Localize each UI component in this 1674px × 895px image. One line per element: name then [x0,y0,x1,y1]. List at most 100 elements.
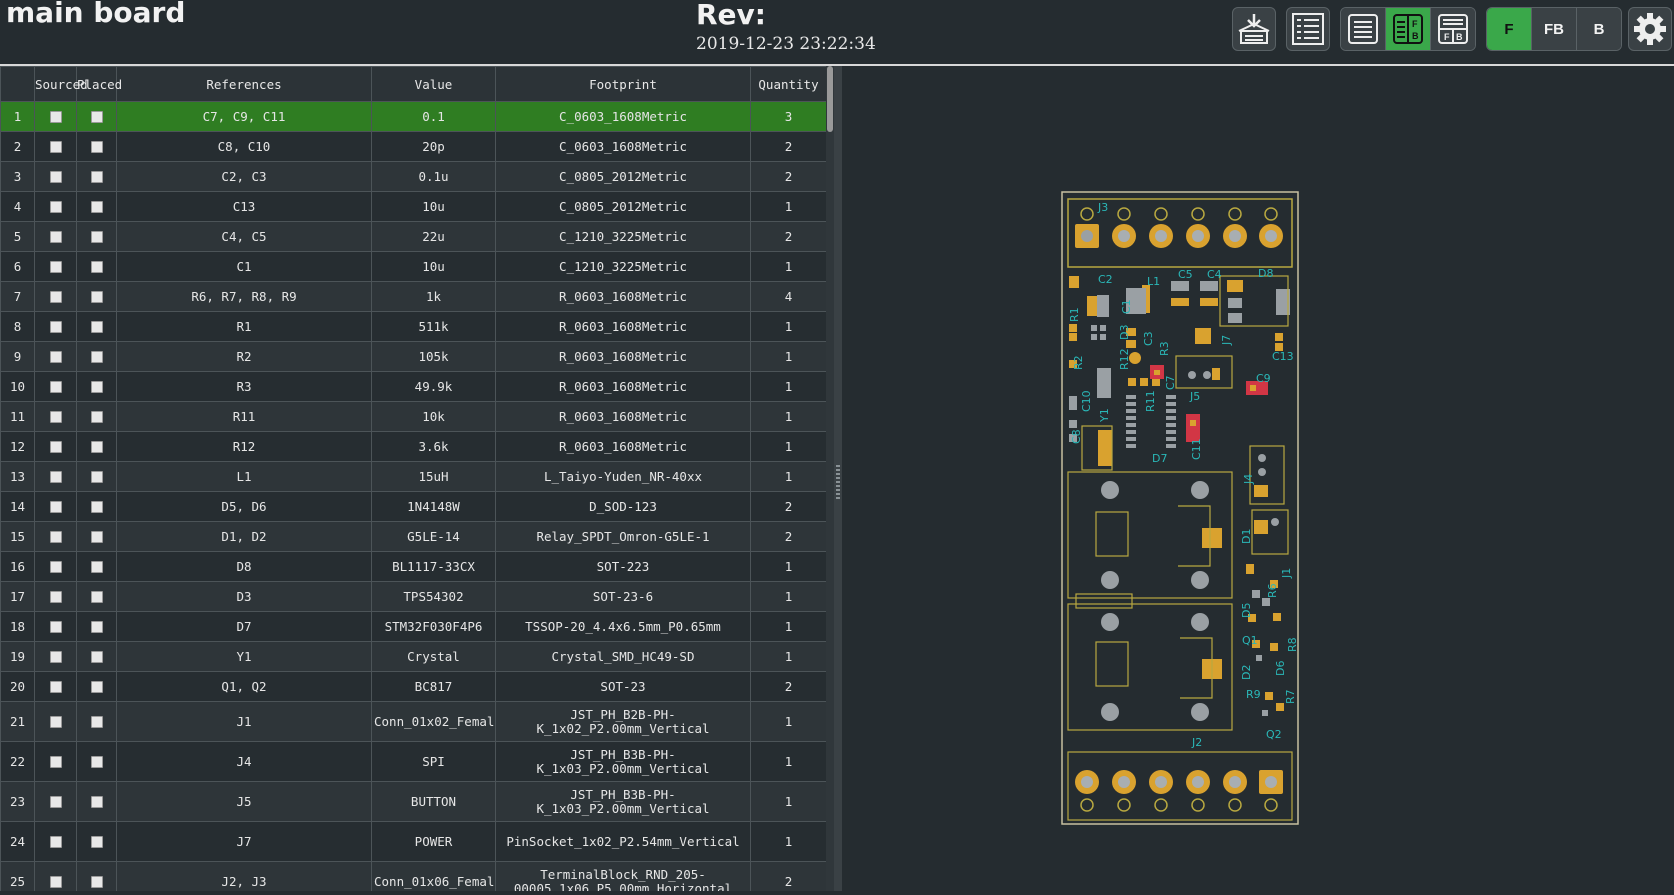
sourced-checkbox[interactable] [49,111,62,123]
column-header-footprint[interactable]: Footprint [495,66,751,102]
column-header-references[interactable]: References [116,66,372,102]
table-row[interactable]: 6 C1 10u C_1210_3225Metric 1 [0,251,826,282]
placed-checkbox[interactable] [90,111,103,123]
table-row[interactable]: 2 C8, C10 20p C_0603_1608Metric 2 [0,131,826,162]
placed-checkbox [76,101,117,132]
bom-layout-button[interactable] [1286,7,1330,51]
table-row[interactable]: 1 C7, C9, C11 0.1 C_0603_1608Metric 3 [0,101,826,132]
placed-checkbox[interactable] [90,876,103,888]
table-row[interactable]: 24 J7 POWER PinSocket_1x02_P2.54mm_Vertical… [0,821,826,862]
placed-checkbox[interactable] [90,231,103,243]
sourced-checkbox[interactable] [49,291,62,303]
row-quantity: 1 [750,371,826,402]
placed-checkbox[interactable] [90,756,103,768]
table-row[interactable]: 9 R2 105k R_0603_1608Metric 1 [0,341,826,372]
front-layer-button[interactable]: F [1487,8,1532,50]
table-row[interactable]: 10 R3 49.9k R_0603_1608Metric 1 [0,371,826,402]
placed-checkbox[interactable] [90,381,103,393]
sourced-checkbox[interactable] [49,591,62,603]
bom-only-button[interactable] [1341,8,1386,50]
table-row[interactable]: 7 R6, R7, R8, R9 1k R_0603_1608Metric 4 [0,281,826,312]
table-row[interactable]: 3 C2, C3 0.1u C_0805_2012Metric 2 [0,161,826,192]
placed-checkbox[interactable] [90,291,103,303]
placed-checkbox[interactable] [90,591,103,603]
sourced-checkbox[interactable] [49,381,62,393]
sourced-checkbox[interactable] [49,501,62,513]
sourced-checkbox[interactable] [49,621,62,633]
table-row[interactable]: 17 D3 TPS54302 SOT-23-6 1 [0,581,826,612]
placed-checkbox[interactable] [90,501,103,513]
placed-checkbox[interactable] [90,351,103,363]
placed-checkbox[interactable] [90,321,103,333]
table-row[interactable]: 21 J1 Conn_01x02_Female JST_PH_B2B-PH-K_1x0… [0,701,826,742]
column-header-value[interactable]: Value [371,66,496,102]
table-row[interactable]: 8 R1 511k R_0603_1608Metric 1 [0,311,826,342]
sourced-checkbox[interactable] [49,471,62,483]
placed-checkbox[interactable] [90,471,103,483]
table-row[interactable]: 4 C13 10u C_0805_2012Metric 1 [0,191,826,222]
placed-checkbox[interactable] [90,681,103,693]
sourced-checkbox[interactable] [49,836,62,848]
table-row[interactable]: 12 R12 3.6k R_0603_1608Metric 1 [0,431,826,462]
front-back-layer-button[interactable]: FB [1532,8,1577,50]
sourced-checkbox[interactable] [49,756,62,768]
column-header-sourced[interactable]: Sourced [34,66,88,102]
sourced-checkbox[interactable] [49,531,62,543]
table-row[interactable]: 22 J4 SPI JST_PH_B3B-PH-K_1x03_P2.00mm_Vert… [0,741,826,782]
label-j7: J7 [1220,335,1233,346]
row-quantity: 1 [750,611,826,642]
sourced-checkbox[interactable] [49,141,62,153]
placed-checkbox[interactable] [90,796,103,808]
sourced-checkbox[interactable] [49,231,62,243]
sourced-checkbox[interactable] [49,651,62,663]
placed-checkbox[interactable] [90,171,103,183]
sourced-checkbox[interactable] [49,716,62,728]
placed-checkbox[interactable] [90,651,103,663]
left-right-layout-button[interactable]: FB [1386,8,1431,50]
sourced-checkbox[interactable] [49,561,62,573]
sourced-checkbox [34,191,77,222]
table-row[interactable]: 5 C4, C5 22u C_1210_3225Metric 2 [0,221,826,252]
sourced-checkbox[interactable] [49,351,62,363]
table-row[interactable]: 14 D5, D6 1N4148W D_SOD-123 2 [0,491,826,522]
table-row[interactable]: 25 J2, J3 Conn_01x06_Female TerminalBlock_R… [0,861,826,891]
layout-group: FB FB [1340,7,1476,51]
top-bottom-layout-button[interactable]: FB [1431,8,1475,50]
placed-checkbox[interactable] [90,141,103,153]
sourced-checkbox[interactable] [49,201,62,213]
row-references: Q1, Q2 [116,671,372,702]
placed-checkbox[interactable] [90,561,103,573]
table-row[interactable]: 18 D7 STM32F030F4P6 TSSOP-20_4.4x6.5mm_P0.6… [0,611,826,642]
back-layer-button[interactable]: B [1577,8,1621,50]
sourced-checkbox[interactable] [49,796,62,808]
placed-checkbox[interactable] [90,261,103,273]
placed-checkbox[interactable] [90,621,103,633]
bom-scrollbar[interactable] [826,66,834,891]
scrollbar-thumb[interactable] [827,66,833,132]
table-row[interactable]: 15 D1, D2 G5LE-14 Relay_SPDT_Omron-G5LE-1 2 [0,521,826,552]
table-row[interactable]: 16 D8 BL1117-33CX SOT-223 1 [0,551,826,582]
pcb-canvas[interactable]: J3 C2 L1 C5 C4 D8 R1 C1 C3 R3 J7 C13 R2 … [842,66,1674,891]
table-row[interactable]: 19 Y1 Crystal Crystal_SMD_HC49-SD 1 [0,641,826,672]
placed-checkbox[interactable] [90,441,103,453]
sourced-checkbox[interactable] [49,411,62,423]
table-row[interactable]: 11 R11 10k R_0603_1608Metric 1 [0,401,826,432]
sourced-checkbox[interactable] [49,441,62,453]
table-row[interactable]: 20 Q1, Q2 BC817 SOT-23 2 [0,671,826,702]
settings-button[interactable] [1628,7,1672,51]
placed-checkbox[interactable] [90,836,103,848]
sourced-checkbox[interactable] [49,681,62,693]
sourced-checkbox[interactable] [49,171,62,183]
sourced-checkbox[interactable] [49,876,62,888]
column-header-placed[interactable]: Placed [76,66,122,102]
placed-checkbox[interactable] [90,716,103,728]
column-header-quantity[interactable]: Quantity [750,66,826,102]
sourced-checkbox[interactable] [49,321,62,333]
sourced-checkbox[interactable] [49,261,62,273]
placed-checkbox[interactable] [90,411,103,423]
table-row[interactable]: 23 J5 BUTTON JST_PH_B3B-PH-K_1x03_P2.00mm_V… [0,781,826,822]
placed-checkbox[interactable] [90,531,103,543]
hide-show-button[interactable] [1232,7,1276,51]
table-row[interactable]: 13 L1 15uH L_Taiyo-Yuden_NR-40xx 1 [0,461,826,492]
placed-checkbox[interactable] [90,201,103,213]
